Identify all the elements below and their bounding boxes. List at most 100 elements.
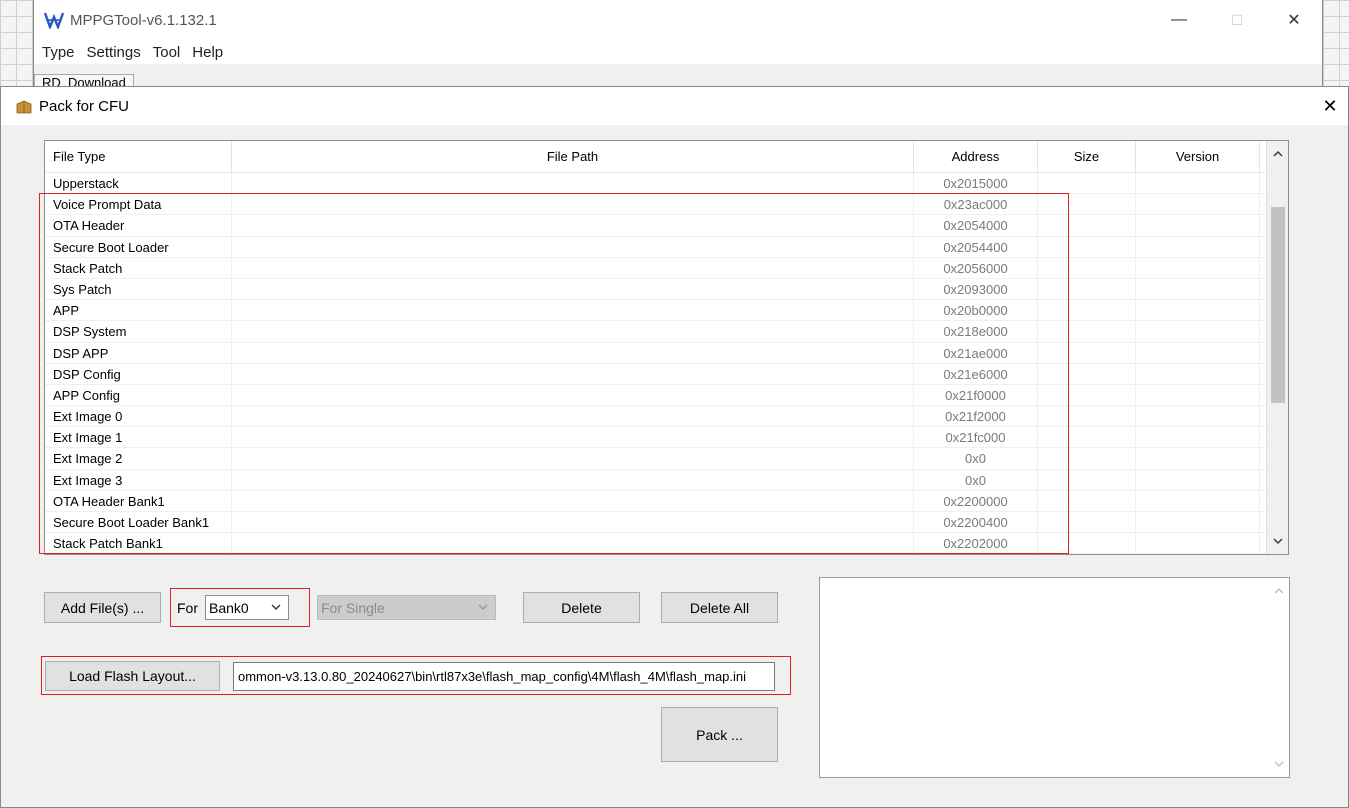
- mode-select[interactable]: For Single: [317, 595, 496, 620]
- file-path-cell: [232, 300, 914, 322]
- column-header-version[interactable]: Version: [1136, 141, 1260, 173]
- address-cell: 0x2054400: [914, 236, 1038, 258]
- menu-type[interactable]: Type: [42, 44, 75, 61]
- table-row[interactable]: OTA Header Bank1 0x2200000: [45, 490, 1265, 512]
- background-grid-left: [0, 0, 36, 88]
- dialog-titlebar: Pack for CFU: [1, 87, 1348, 125]
- address-cell: 0x2054000: [914, 215, 1038, 237]
- file-type-cell: Ext Image 3: [45, 469, 232, 491]
- table-row[interactable]: APP Config 0x21f0000: [45, 384, 1265, 407]
- table-row[interactable]: APP 0x20b0000: [45, 300, 1265, 322]
- maximize-button[interactable]: ☐: [1222, 6, 1252, 34]
- file-type-cell: DSP Config: [45, 363, 232, 385]
- table-row[interactable]: Upperstack 0x2015000: [45, 173, 1265, 195]
- log-scroll-up-icon[interactable]: [1272, 584, 1286, 598]
- table-row[interactable]: Sys Patch 0x2093000: [45, 278, 1265, 301]
- table-row[interactable]: Ext Image 0 0x21f2000: [45, 406, 1265, 428]
- address-cell: 0x2200000: [914, 490, 1038, 512]
- table-row[interactable]: Secure Boot Loader 0x2054400: [45, 236, 1265, 258]
- address-cell: 0x2015000: [914, 173, 1038, 194]
- file-type-cell: Ext Image 0: [45, 406, 232, 428]
- output-log-box[interactable]: [819, 577, 1290, 778]
- size-cell: [1038, 448, 1136, 470]
- pack-button[interactable]: Pack ...: [661, 707, 778, 762]
- scroll-down-icon[interactable]: [1267, 530, 1288, 552]
- address-cell: 0x2056000: [914, 257, 1038, 279]
- column-header-size[interactable]: Size: [1038, 141, 1136, 173]
- scroll-up-icon[interactable]: [1267, 143, 1288, 165]
- file-type-cell: APP: [45, 300, 232, 322]
- version-cell: [1136, 512, 1260, 533]
- file-type-cell: Stack Patch Bank1: [45, 533, 232, 554]
- size-cell: [1038, 278, 1136, 300]
- table-row[interactable]: OTA Header 0x2054000: [45, 215, 1265, 237]
- parent-titlebar: MPPGTool-v6.1.132.1: [34, 0, 1322, 40]
- size-cell: [1038, 215, 1136, 237]
- size-cell: [1038, 427, 1136, 449]
- column-header-address[interactable]: Address: [914, 141, 1038, 173]
- column-header-file-type[interactable]: File Type: [45, 141, 232, 173]
- version-cell: [1136, 342, 1260, 364]
- version-cell: [1136, 236, 1260, 258]
- menu-settings[interactable]: Settings: [87, 44, 141, 61]
- table-row[interactable]: DSP APP 0x21ae000: [45, 342, 1265, 364]
- load-flash-layout-button[interactable]: Load Flash Layout...: [45, 661, 220, 691]
- dialog-close-button[interactable]: ✕: [1316, 92, 1344, 120]
- version-cell: [1136, 469, 1260, 491]
- file-path-cell: [232, 490, 914, 512]
- table-row[interactable]: DSP Config 0x21e6000: [45, 363, 1265, 385]
- table-scrollbar[interactable]: [1266, 141, 1288, 554]
- table-row[interactable]: Ext Image 1 0x21fc000: [45, 427, 1265, 449]
- version-cell: [1136, 215, 1260, 237]
- table-row[interactable]: Ext Image 3 0x0: [45, 469, 1265, 491]
- bank-select[interactable]: Bank0: [205, 595, 289, 620]
- menu-tool[interactable]: Tool: [153, 44, 181, 61]
- file-path-cell: [232, 363, 914, 385]
- file-path-cell: [232, 194, 914, 216]
- minimize-button[interactable]: —: [1164, 6, 1194, 34]
- address-cell: 0x2202000: [914, 533, 1038, 554]
- size-cell: [1038, 300, 1136, 322]
- size-cell: [1038, 469, 1136, 491]
- version-cell: [1136, 194, 1260, 216]
- address-cell: 0x218e000: [914, 321, 1038, 343]
- version-cell: [1136, 533, 1260, 554]
- table-row[interactable]: Secure Boot Loader Bank1 0x2200400: [45, 512, 1265, 534]
- file-table: File Type File Path Address Size Version…: [44, 140, 1289, 555]
- table-row[interactable]: Voice Prompt Data 0x23ac000: [45, 194, 1265, 216]
- table-row[interactable]: Stack Patch Bank1 0x2202000: [45, 533, 1265, 554]
- bank-select-value: Bank0: [209, 599, 249, 616]
- version-cell: [1136, 490, 1260, 512]
- file-type-cell: DSP System: [45, 321, 232, 343]
- file-type-cell: Secure Boot Loader Bank1: [45, 512, 232, 533]
- delete-button[interactable]: Delete: [523, 592, 640, 623]
- parent-window: MPPGTool-v6.1.132.1 — ☐ ✕ Type Settings …: [33, 0, 1323, 92]
- menu-help[interactable]: Help: [192, 44, 223, 61]
- version-cell: [1136, 427, 1260, 449]
- flash-layout-path-field[interactable]: ommon-v3.13.0.80_20240627\bin\rtl87x3e\f…: [233, 662, 775, 691]
- version-cell: [1136, 321, 1260, 343]
- file-type-cell: Ext Image 2: [45, 448, 232, 470]
- parent-window-title: MPPGTool-v6.1.132.1: [70, 11, 217, 29]
- delete-all-button[interactable]: Delete All: [661, 592, 778, 623]
- file-type-cell: Sys Patch: [45, 278, 232, 300]
- file-path-cell: [232, 427, 914, 449]
- scrollbar-thumb[interactable]: [1271, 207, 1285, 403]
- parent-close-button[interactable]: ✕: [1279, 6, 1309, 34]
- log-scroll-down-icon[interactable]: [1272, 757, 1286, 771]
- version-cell: [1136, 448, 1260, 470]
- version-cell: [1136, 257, 1260, 279]
- add-files-button[interactable]: Add File(s) ...: [44, 592, 161, 623]
- table-row[interactable]: DSP System 0x218e000: [45, 321, 1265, 343]
- file-path-cell: [232, 469, 914, 491]
- size-cell: [1038, 490, 1136, 512]
- size-cell: [1038, 384, 1136, 406]
- file-type-cell: DSP APP: [45, 342, 232, 364]
- address-cell: 0x2200400: [914, 512, 1038, 533]
- column-header-file-path[interactable]: File Path: [232, 141, 914, 173]
- chevron-down-icon: [271, 604, 281, 610]
- table-row[interactable]: Ext Image 2 0x0: [45, 448, 1265, 470]
- table-row[interactable]: Stack Patch 0x2056000: [45, 257, 1265, 279]
- address-cell: 0x21f0000: [914, 384, 1038, 406]
- address-cell: 0x21e6000: [914, 363, 1038, 385]
